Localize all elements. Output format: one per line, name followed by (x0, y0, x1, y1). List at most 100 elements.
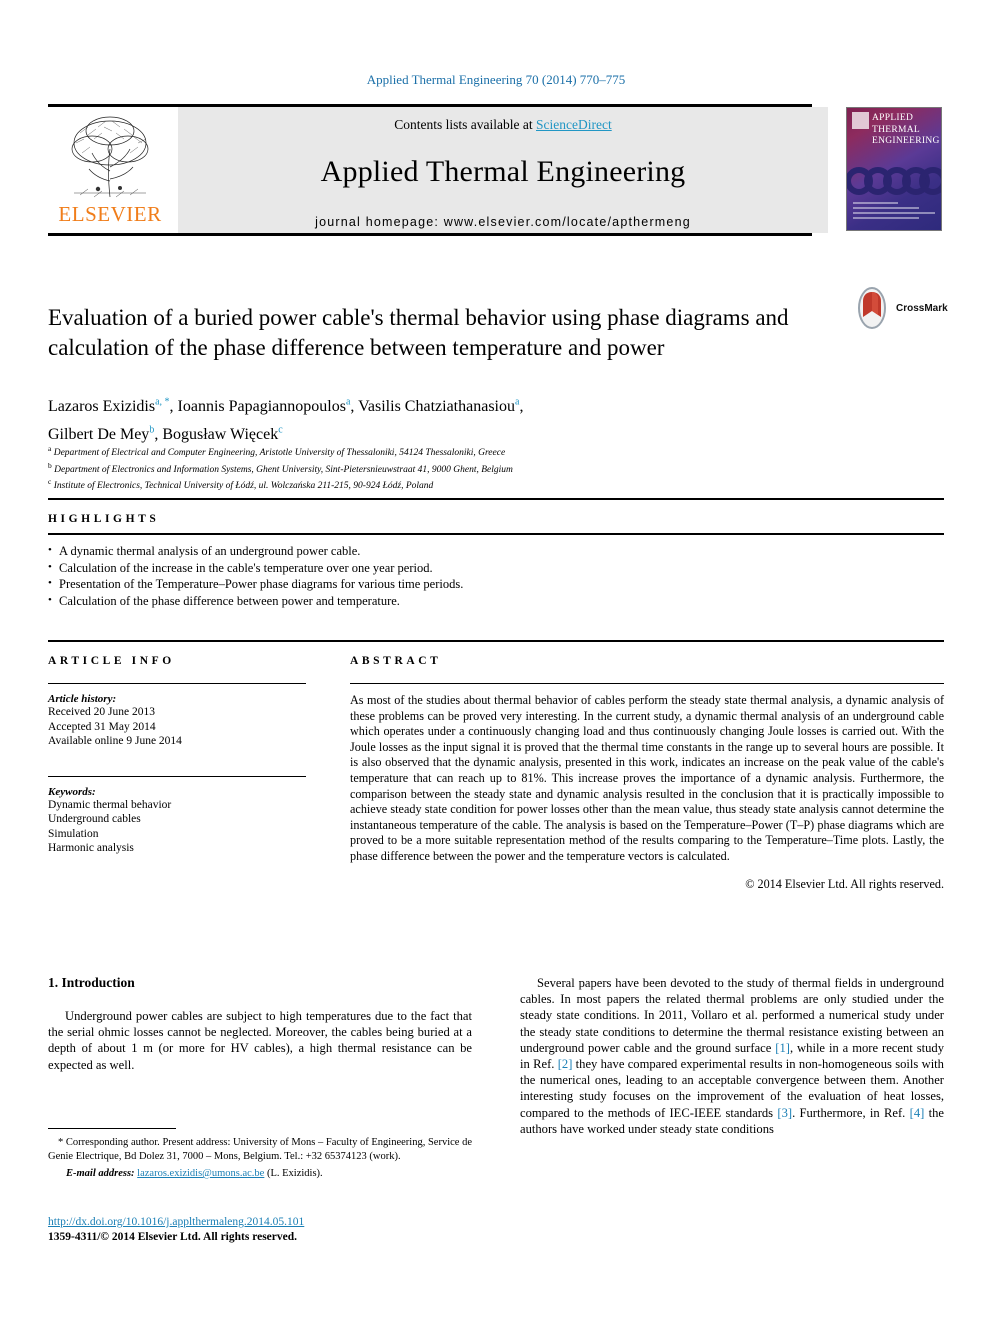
contents-prefix: Contents lists available at (394, 117, 536, 132)
article-history-received: Received 20 June 2013 (48, 706, 155, 718)
crossmark-label: CrossMark (896, 303, 948, 314)
journal-homepage-line[interactable]: journal homepage: www.elsevier.com/locat… (178, 215, 828, 229)
affiliation-text: Department of Electronics and Informatio… (54, 464, 513, 475)
article-info-abstract-section: ARTICLE INFO Article history: Received 2… (48, 640, 944, 892)
abstract-column: ABSTRACT As most of the studies about th… (350, 642, 944, 892)
highlights-list: A dynamic thermal analysis of an undergr… (48, 535, 944, 609)
paragraph-text: . Furthermore, in Ref. (792, 1105, 910, 1120)
elsevier-wordmark: ELSEVIER (58, 202, 162, 226)
article-info-heading: ARTICLE INFO (48, 655, 175, 667)
author-item: Bogusław Więcekc (162, 424, 283, 443)
running-head: Applied Thermal Engineering 70 (2014) 77… (366, 72, 626, 87)
affiliation-item: b Department of Electronics and Informat… (48, 460, 868, 477)
section-heading-introduction: 1. Introduction (48, 975, 135, 990)
author-sep: , (350, 398, 359, 416)
body-left-column: 1. Introduction Underground power cables… (48, 975, 472, 1137)
list-item: Calculation of the phase difference betw… (48, 592, 944, 610)
doi-link[interactable]: http://dx.doi.org/10.1016/j.applthermale… (48, 1216, 304, 1228)
author-list: Lazaros Exizidisa, *, Ioannis Papagianno… (48, 391, 838, 446)
author-item: Lazaros Exizidisa, *, (48, 397, 178, 416)
citation-ref[interactable]: [1] (775, 1041, 790, 1055)
abstract-copyright: © 2014 Elsevier Ltd. All rights reserved… (745, 876, 944, 891)
paragraph: Several papers have been devoted to the … (520, 975, 944, 1137)
elsevier-tree-icon (71, 116, 149, 198)
list-item: Presentation of the Temperature–Power ph… (48, 575, 944, 593)
list-item: Calculation of the increase in the cable… (48, 559, 944, 577)
article-history-online: Available online 9 June 2014 (48, 735, 182, 747)
title-block: Evaluation of a buried power cable's the… (48, 288, 838, 379)
keywords-label: Keywords: (48, 785, 96, 798)
corresponding-author-note: * Corresponding author. Present address:… (48, 1137, 472, 1162)
author-name: Ioannis Papagiannopoulos (177, 398, 346, 416)
affiliation-text: Institute of Electronics, Technical Univ… (53, 481, 434, 492)
citation-ref[interactable]: [3] (777, 1106, 792, 1120)
issn-copyright-line: 1359-4311/© 2014 Elsevier Ltd. All right… (48, 1231, 298, 1243)
citation-ref[interactable]: [4] (910, 1106, 925, 1120)
keyword-item: Harmonic analysis (48, 842, 134, 854)
affiliation-mark: b (48, 460, 52, 470)
author-item: Gilbert De Meyb, (48, 424, 162, 443)
cover-title-line-3: ENGINEERING (872, 136, 940, 146)
journal-cover: APPLIED THERMAL ENGINEERING (834, 107, 944, 233)
affiliation-text: Department of Electrical and Computer En… (53, 448, 506, 459)
keyword-item: Underground cables (48, 813, 141, 825)
cover-title-line-2: THERMAL (872, 124, 921, 135)
highlights-section: HIGHLIGHTS A dynamic thermal analysis of… (48, 498, 944, 609)
affiliation-mark: c (48, 477, 52, 487)
affiliation-item: c Institute of Electronics, Technical Un… (48, 476, 868, 493)
keyword-item: Dynamic thermal behavior (48, 798, 172, 811)
paragraph: Underground power cables are subject to … (48, 1009, 472, 1072)
author-affil-mark: a, * (155, 397, 170, 408)
keyword-item: Simulation (48, 827, 99, 840)
cover-title-line-1: APPLIED (872, 113, 914, 123)
keywords-rule (48, 775, 306, 777)
paper-page: Applied Thermal Engineering 70 (2014) 77… (0, 0, 992, 1323)
journal-masthead: ELSEVIER Contents lists available at Sci… (48, 104, 944, 236)
abstract-heading: ABSTRACT (350, 655, 442, 667)
article-info-rule (48, 683, 306, 684)
email-link[interactable]: lazaros.exizidis@umons.ac.be (137, 1168, 264, 1179)
list-item: A dynamic thermal analysis of an undergr… (48, 542, 944, 560)
author-affil-mark: c (278, 424, 283, 436)
footnote-rule (48, 1128, 176, 1129)
footnote-block: * Corresponding author. Present address:… (48, 1128, 472, 1181)
cover-rings-graphic (847, 167, 941, 195)
body-two-column: 1. Introduction Underground power cables… (48, 975, 944, 1137)
masthead-bottom-rule (48, 233, 812, 236)
article-history-label: Article history: (48, 693, 117, 705)
footer-block: http://dx.doi.org/10.1016/j.applthermale… (48, 1212, 548, 1245)
highlights-heading: HIGHLIGHTS (48, 513, 160, 525)
author-sep: , (519, 398, 524, 416)
cover-title-text: APPLIED THERMAL ENGINEERING (872, 113, 940, 148)
author-name: Vasilis Chatziathanasiou (358, 398, 515, 416)
journal-title: Applied Thermal Engineering (320, 155, 686, 188)
article-info-column: ARTICLE INFO Article history: Received 2… (48, 642, 306, 892)
crossmark-icon (858, 287, 886, 329)
citation-ref[interactable]: [2] (558, 1057, 573, 1071)
affiliation-list: a Department of Electrical and Computer … (48, 443, 868, 493)
contents-available-line: Contents lists available at ScienceDirec… (178, 117, 828, 133)
author-item: Vasilis Chatziathanasioua, (358, 397, 524, 416)
abstract-rule (350, 683, 944, 684)
body-right-column: Several papers have been devoted to the … (520, 975, 944, 1137)
author-name: Gilbert De Mey (48, 425, 150, 443)
cover-elsevier-mark-icon (852, 112, 869, 129)
sciencedirect-link[interactable]: ScienceDirect (536, 117, 612, 132)
page-title: Evaluation of a buried power cable's the… (48, 305, 789, 361)
cover-text-lines (853, 202, 935, 222)
email-label: E-mail address: (66, 1168, 135, 1179)
article-history-accepted: Accepted 31 May 2014 (48, 720, 156, 733)
author-name: Lazaros Exizidis (48, 398, 156, 416)
author-item: Ioannis Papagiannopoulosa, (177, 397, 359, 416)
author-sep: , (169, 398, 178, 416)
elsevier-logo: ELSEVIER (48, 107, 172, 233)
email-note: E-mail address: lazaros.exizidis@umons.a… (48, 1167, 472, 1181)
masthead-center-panel: Contents lists available at ScienceDirec… (178, 107, 828, 233)
abstract-text: As most of the studies about thermal beh… (350, 693, 944, 863)
journal-cover-image: APPLIED THERMAL ENGINEERING (846, 107, 942, 231)
email-suffix: (L. Exizidis). (266, 1168, 323, 1179)
affiliation-mark: a (48, 444, 52, 453)
author-name: Bogusław Więcek (162, 425, 279, 443)
affiliation-item: a Department of Electrical and Computer … (48, 443, 868, 460)
crossmark-badge[interactable]: CrossMark (852, 287, 948, 333)
